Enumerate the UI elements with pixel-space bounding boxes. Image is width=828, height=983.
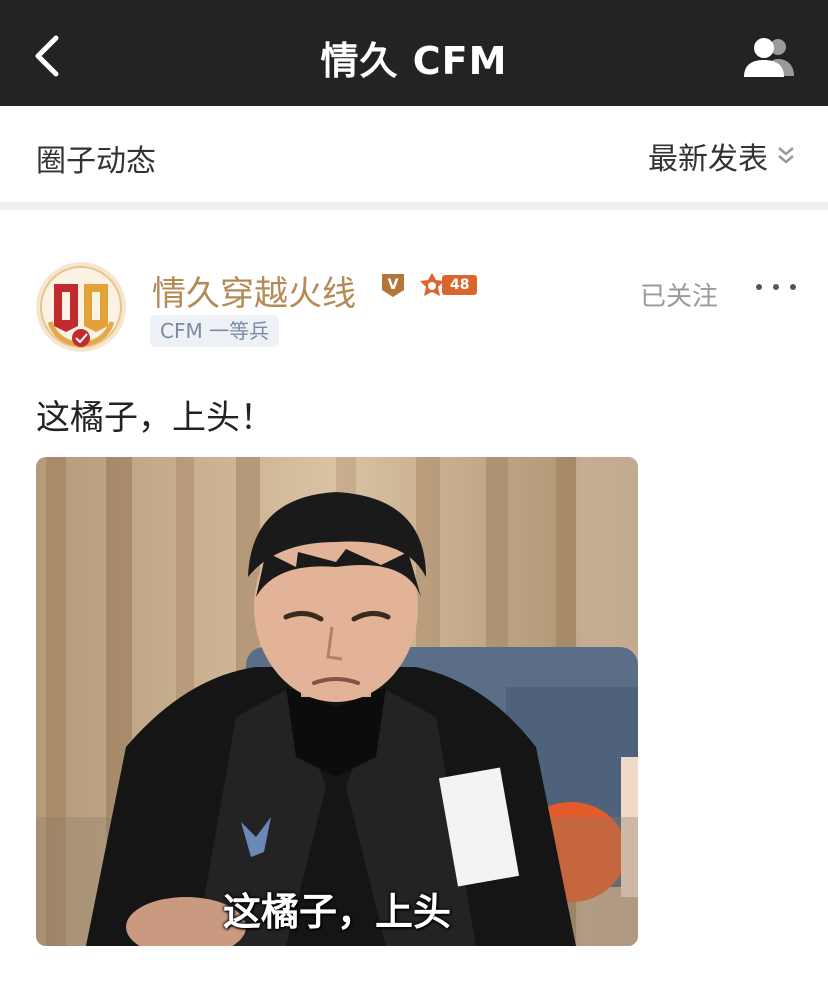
photo-illustration [36, 457, 638, 946]
page-title: 情久 CFM [320, 39, 508, 83]
members-button[interactable] [742, 36, 796, 78]
double-chevron-down-icon [778, 147, 794, 164]
image-caption: 这橘子，上头 [222, 890, 451, 934]
svg-text:V: V [388, 277, 399, 293]
post-image[interactable]: 这橘子，上头 [36, 457, 638, 946]
level-number: 48 [442, 275, 478, 295]
sort-dropdown[interactable]: 最新发表 [648, 136, 796, 177]
section-header: 圈子动态 最新发表 [0, 106, 828, 202]
verified-v-icon: V [382, 274, 404, 297]
more-dot [756, 284, 762, 290]
author-name[interactable]: 情久穿越火线 [152, 266, 356, 315]
more-dot [773, 284, 779, 290]
sort-label: 最新发表 [648, 142, 768, 177]
author-avatar[interactable] [36, 262, 126, 352]
section-title: 圈子动态 [36, 144, 156, 179]
more-button[interactable] [756, 272, 796, 302]
rank-tag: CFM 一等兵 [150, 315, 280, 347]
section-divider [0, 202, 828, 210]
post-card: 情久穿越火线 V 48 CFM 一等兵 已关注 这橘子，上头！ 这橘子，上头 [0, 210, 828, 983]
top-navbar: 情久 CFM [0, 0, 828, 106]
team-logo-icon [36, 262, 126, 352]
more-dot [790, 284, 796, 290]
group-users-icon [744, 38, 794, 77]
post-text: 这橘子，上头！ [36, 398, 274, 438]
follow-button[interactable]: 已关注 [640, 276, 718, 313]
level-badge: 48 [418, 272, 478, 298]
